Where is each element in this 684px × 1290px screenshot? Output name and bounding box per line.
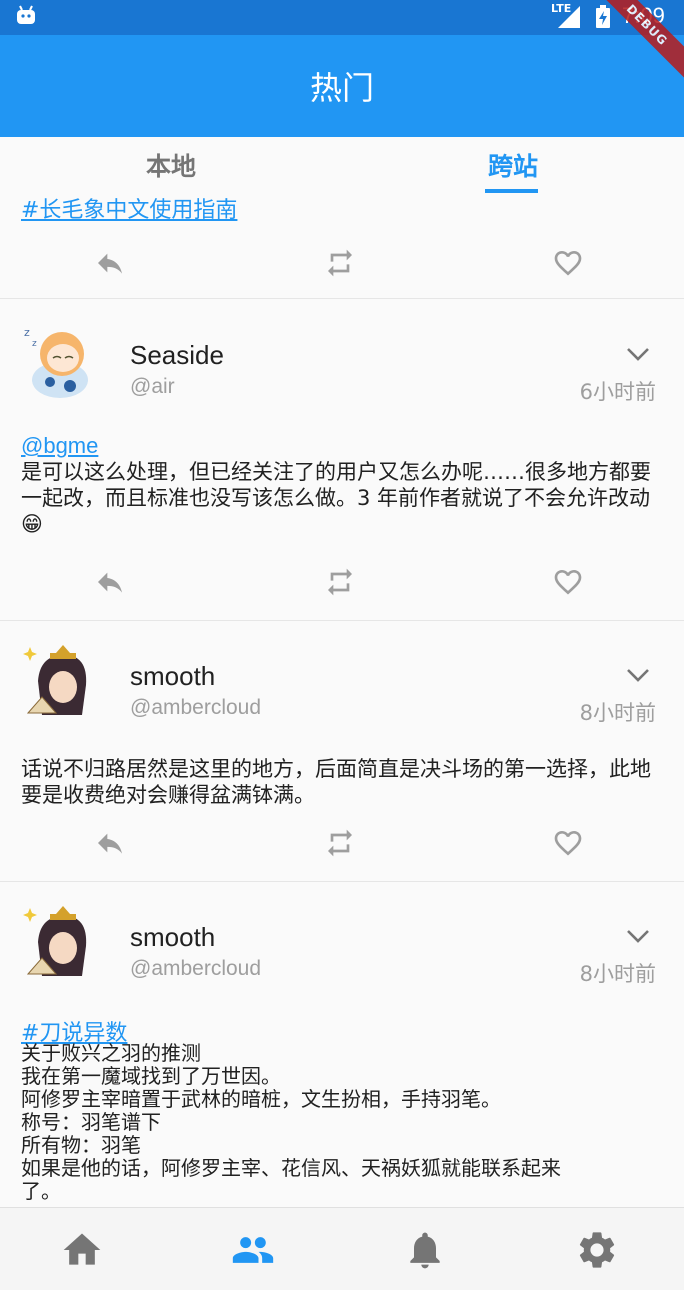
svg-text:z: z (24, 326, 30, 339)
status-post: #长毛象中文使用指南 (0, 193, 684, 299)
post-time: 8小时前 (579, 962, 656, 986)
boost-icon[interactable] (322, 247, 358, 279)
hashtag-link[interactable]: #长毛象中文使用指南 (21, 193, 237, 224)
tab-local[interactable]: 本地 (0, 147, 342, 183)
status-post: smooth @ambercloud 8小时前 #刀说异数 关于败兴之羽的推测 … (0, 882, 684, 1207)
content-line: 关于败兴之羽的推测 (21, 1041, 201, 1065)
content-line: 如果是他的话，阿修罗主宰、花信风、天祸妖狐就能联系起来 (21, 1156, 561, 1180)
post-content: 话说不归路居然是这里的地方，后面简直是决斗场的第一选择，此地要是收费绝对会赚得盆… (21, 757, 651, 807)
boost-icon[interactable] (322, 827, 358, 859)
svg-text:z: z (32, 339, 37, 349)
post-content: 关于败兴之羽的推测 我在第一魔域找到了万世因。 阿修罗主宰暗置于武林的暗桩，文生… (21, 1042, 666, 1203)
content-line: 阿修罗主宰暗置于武林的暗桩，文生扮相，手持羽笔。 (21, 1087, 501, 1111)
content-line: 称号：羽笔谱下 (21, 1110, 161, 1134)
chevron-down-icon[interactable] (626, 928, 650, 944)
display-name[interactable]: Seaside (130, 340, 224, 371)
settings-icon[interactable] (575, 1228, 619, 1272)
content-line: 了。 (21, 1179, 61, 1203)
status-post: z z Seaside @air 6小时前 @bgme 是可以这么处理，但已经关… (0, 300, 684, 621)
battery-charging-icon (596, 5, 610, 28)
favorite-icon[interactable] (550, 566, 586, 598)
reply-icon[interactable] (92, 827, 128, 859)
user-handle[interactable]: @air (130, 375, 175, 399)
display-name[interactable]: smooth (130, 922, 215, 953)
bell-icon[interactable] (403, 1228, 447, 1272)
tab-indicator (485, 189, 538, 193)
favorite-icon[interactable] (550, 827, 586, 859)
avatar[interactable]: z z (20, 320, 102, 402)
avatar[interactable] (20, 902, 102, 984)
post-time: 6小时前 (579, 380, 656, 404)
tab-bar: 本地 跨站 (0, 137, 684, 193)
status-post: smooth @ambercloud 8小时前 话说不归路居然是这里的地方，后面… (0, 621, 684, 882)
post-content: 是可以这么处理，但已经关注了的用户又怎么办呢……很多地方都要一起改，而且标准也没… (21, 460, 651, 536)
signal-icon (558, 6, 580, 28)
avatar[interactable] (20, 641, 102, 723)
people-icon[interactable] (231, 1228, 275, 1272)
status-bar: LTE 7:09 (0, 0, 684, 35)
user-handle[interactable]: @ambercloud (130, 696, 261, 720)
reply-icon[interactable] (92, 247, 128, 279)
tab-federated[interactable]: 跨站 (342, 147, 684, 183)
timeline-feed[interactable]: #长毛象中文使用指南 z z Seaside @air 6小时前 @bgme 是… (0, 193, 684, 1207)
boost-icon[interactable] (322, 566, 358, 598)
content-line: 我在第一魔域找到了万世因。 (21, 1064, 281, 1088)
page-title: 热门 (309, 69, 374, 107)
content-line: 所有物：羽笔 (21, 1133, 141, 1157)
home-icon[interactable] (60, 1228, 104, 1272)
android-notification-icon (17, 5, 35, 24)
favorite-icon[interactable] (550, 247, 586, 279)
user-handle[interactable]: @ambercloud (130, 957, 261, 981)
chevron-down-icon[interactable] (626, 667, 650, 683)
chevron-down-icon[interactable] (626, 346, 650, 362)
reply-icon[interactable] (92, 566, 128, 598)
post-time: 8小时前 (579, 701, 656, 725)
mention-link[interactable]: @bgme (21, 433, 98, 459)
app-bar: 热门 (0, 35, 684, 137)
bottom-navigation (0, 1207, 684, 1290)
display-name[interactable]: smooth (130, 661, 215, 692)
